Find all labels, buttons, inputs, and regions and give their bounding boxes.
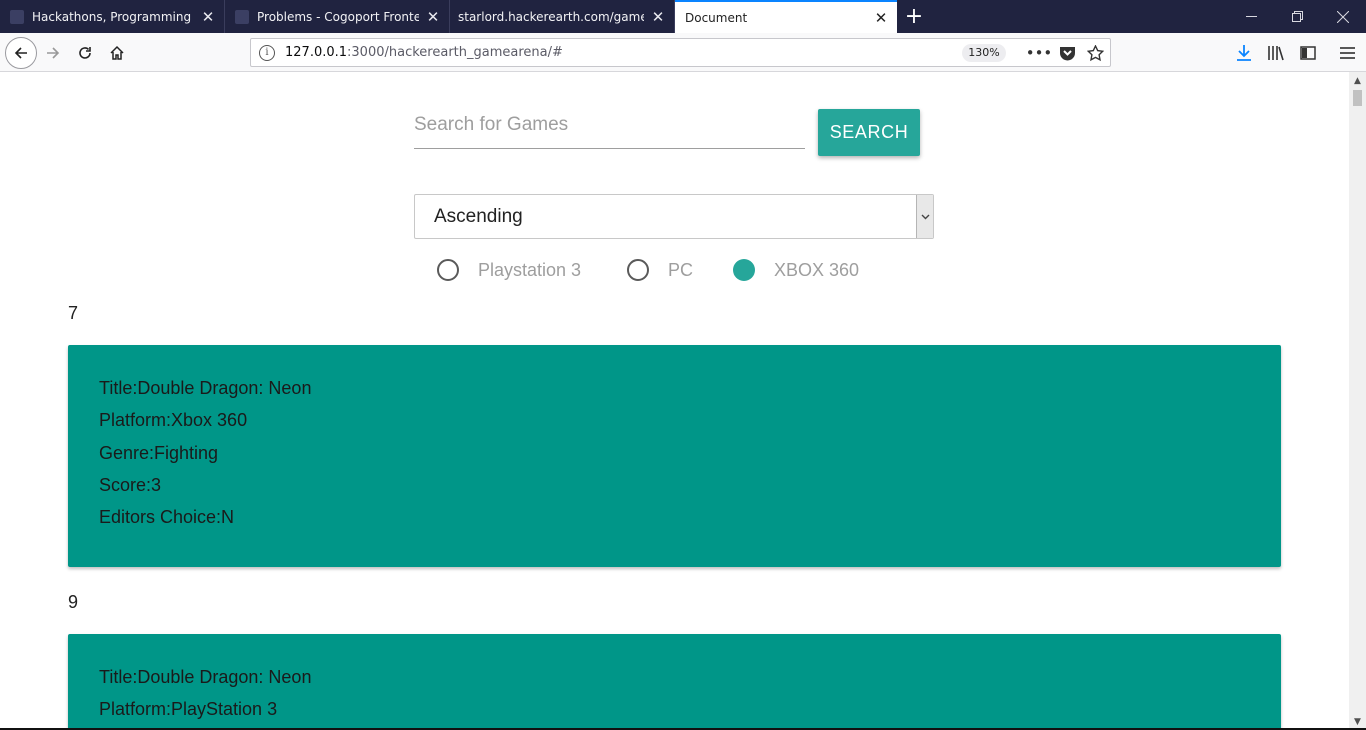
tab-title: Hackathons, Programming & C xyxy=(32,9,194,24)
radio-unchecked-icon[interactable] xyxy=(627,259,649,281)
search-button[interactable]: SEARCH xyxy=(818,109,920,156)
sort-order-value: Ascending xyxy=(434,206,523,227)
tab-problems[interactable]: Problems - Cogoport Frontend ✕ xyxy=(225,0,450,33)
radio-label: XBOX 360 xyxy=(774,259,860,280)
game-card: Title:Double Dragon: Neon Platform:Xbox … xyxy=(68,345,1281,567)
pocket-icon[interactable] xyxy=(1056,42,1078,64)
tab-hackathons[interactable]: Hackathons, Programming & C ✕ xyxy=(0,0,225,33)
sidebar-icon xyxy=(1300,46,1316,60)
game-title: Title:Double Dragon: Neon xyxy=(99,667,312,687)
game-editors-choice: Editors Choice:N xyxy=(99,507,235,528)
tab-title: Problems - Cogoport Frontend xyxy=(257,9,419,24)
radio-label: PC xyxy=(668,259,694,280)
hamburger-menu-icon xyxy=(1339,47,1355,59)
back-arrow-icon xyxy=(5,37,37,69)
restore-window-icon[interactable] xyxy=(1274,0,1320,33)
radio-checked-icon[interactable] xyxy=(733,259,755,281)
url-host: 127.0.0.1 xyxy=(285,45,348,60)
new-tab-button[interactable]: + xyxy=(897,0,931,33)
radio-unchecked-icon[interactable] xyxy=(437,259,459,281)
page-content: SEARCH Ascending Playstation 3 PC XBOX 3… xyxy=(0,72,1349,730)
radio-pc[interactable]: PC xyxy=(627,258,693,282)
close-tab-icon[interactable]: ✕ xyxy=(650,9,666,25)
result-index: 7 xyxy=(68,303,79,323)
radio-label: Playstation 3 xyxy=(478,259,582,280)
hackerearth-favicon-icon xyxy=(10,9,24,24)
forward-arrow-icon xyxy=(47,47,60,59)
sidebar-toggle-button[interactable] xyxy=(1292,37,1324,69)
close-tab-icon[interactable]: ✕ xyxy=(873,10,889,26)
game-platform: Platform:PlayStation 3 xyxy=(99,699,278,720)
reload-button[interactable] xyxy=(69,37,101,69)
tab-title: Document xyxy=(685,10,748,25)
close-window-icon[interactable] xyxy=(1320,0,1366,33)
scroll-up-icon[interactable]: ▲ xyxy=(1349,72,1366,89)
home-button[interactable] xyxy=(101,37,133,69)
url-text[interactable]: 127.0.0.1:3000/hackerearth_gamearena/# xyxy=(285,45,563,60)
game-genre: Genre:Fighting xyxy=(99,442,219,463)
radio-playstation-3[interactable]: Playstation 3 xyxy=(437,258,581,282)
game-title: Title:Double Dragon: Neon xyxy=(99,378,312,398)
address-bar[interactable]: i 127.0.0.1:3000/hackerearth_gamearena/#… xyxy=(250,38,1111,67)
hackerearth-favicon-icon xyxy=(235,9,249,24)
scrollbar-thumb[interactable] xyxy=(1353,90,1362,106)
home-icon xyxy=(110,45,124,60)
library-button[interactable] xyxy=(1260,37,1292,69)
downloads-button[interactable] xyxy=(1228,37,1260,69)
result-index: 9 xyxy=(68,592,79,612)
reload-icon xyxy=(79,47,91,59)
minimize-window-icon[interactable] xyxy=(1228,0,1274,33)
zoom-level-badge[interactable]: 130% xyxy=(962,44,1006,62)
site-info-icon[interactable]: i xyxy=(259,45,275,61)
radio-xbox-360[interactable]: XBOX 360 xyxy=(733,258,859,282)
back-button[interactable] xyxy=(5,37,37,69)
tab-starlord[interactable]: starlord.hackerearth.com/gamesarena ✕ xyxy=(450,0,675,33)
download-arrow-icon xyxy=(1237,45,1251,61)
bookmark-star-icon[interactable] xyxy=(1084,42,1106,64)
close-tab-icon[interactable]: ✕ xyxy=(200,9,216,25)
game-platform: Platform:Xbox 360 xyxy=(99,410,248,431)
page-actions-icon[interactable]: ••• xyxy=(1026,42,1053,64)
browser-toolbar: i 127.0.0.1:3000/hackerearth_gamearena/#… xyxy=(0,33,1366,72)
vertical-scrollbar[interactable]: ▲ ▼ xyxy=(1349,72,1366,730)
url-path: :3000/hackerearth_gamearena/# xyxy=(347,45,563,60)
forward-button[interactable] xyxy=(37,37,69,69)
tab-document[interactable]: Document ✕ xyxy=(675,0,897,33)
close-tab-icon[interactable]: ✕ xyxy=(425,9,441,25)
library-icon xyxy=(1268,46,1284,61)
sort-order-select[interactable]: Ascending xyxy=(414,194,934,239)
tab-title: starlord.hackerearth.com/gamesarena xyxy=(458,9,644,24)
chevron-down-icon[interactable] xyxy=(916,195,933,238)
search-input[interactable] xyxy=(414,102,805,149)
game-score: Score:3 xyxy=(99,474,162,495)
game-card: Title:Double Dragon: Neon Platform:PlayS… xyxy=(68,634,1281,730)
browser-tab-strip: Hackathons, Programming & C ✕ Problems -… xyxy=(0,0,1366,33)
menu-button[interactable] xyxy=(1331,37,1363,69)
